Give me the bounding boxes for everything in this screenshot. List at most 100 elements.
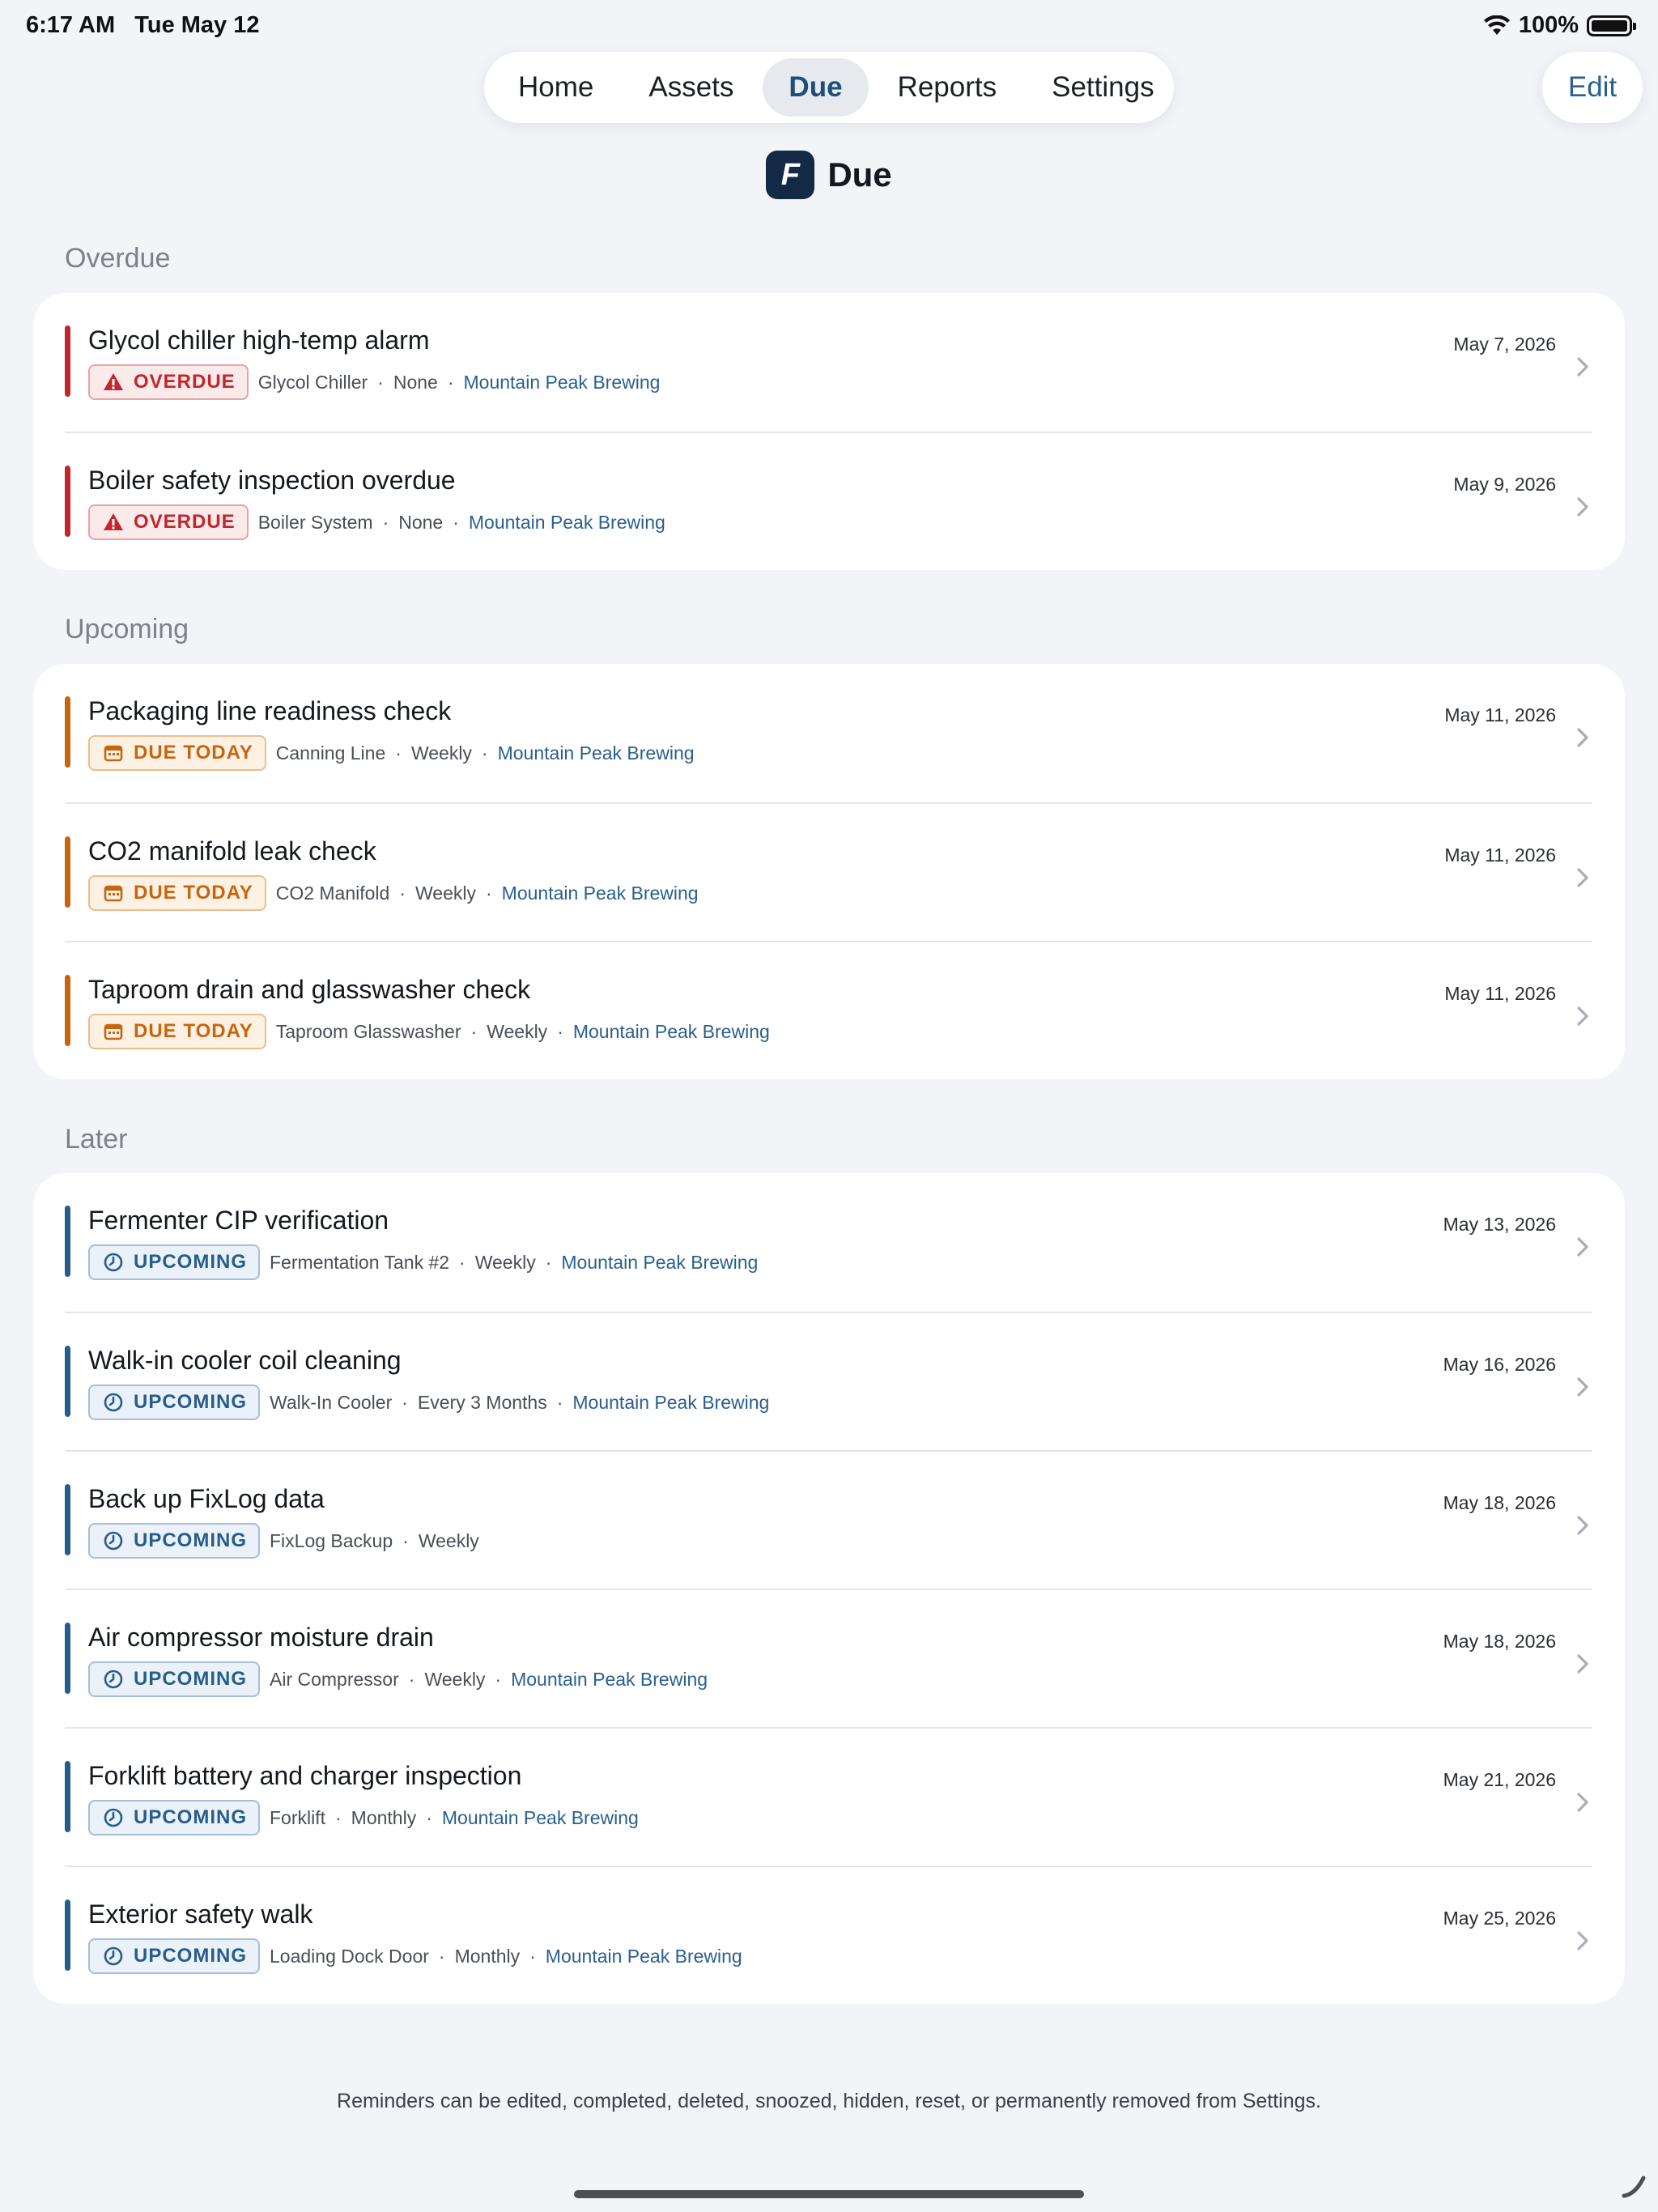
separator: · [377,371,384,393]
location-link[interactable]: Mountain Peak Brewing [561,1252,758,1274]
status-badge-label: OVERDUE [134,511,236,533]
status-badge: UPCOMING [88,1938,260,1974]
location-link[interactable]: Mountain Peak Brewing [511,1669,708,1691]
status-accent-bar [65,696,70,768]
status-bar: 6:17 AM Tue May 12 100% [0,0,1658,52]
location-link[interactable]: Mountain Peak Brewing [573,1021,770,1043]
location-link[interactable]: Mountain Peak Brewing [572,1392,769,1414]
tab-home[interactable]: Home [492,58,619,117]
asset-name: Glycol Chiller [257,371,368,393]
chevron-right-icon [1577,1516,1588,1535]
status-badge: OVERDUE [88,364,249,400]
calendar-icon [104,885,123,902]
separator: · [470,1020,478,1042]
asset-name: Walk-In Cooler [270,1391,393,1413]
tab-due[interactable]: Due [763,58,869,117]
location-link[interactable]: Mountain Peak Brewing [442,1807,639,1829]
status-badge-label: UPCOMING [134,1529,247,1551]
due-date: May 9, 2026 [1453,474,1556,495]
upcoming-card: Packaging line readiness check DUE TODAY… [33,664,1625,1079]
status-badge: OVERDUE [88,504,249,540]
location-link[interactable]: Mountain Peak Brewing [464,372,661,393]
asset-name: Air Compressor [270,1668,399,1690]
due-date: May 18, 2026 [1443,1631,1556,1652]
chevron-right-icon [1577,1006,1588,1026]
separator: · [459,1251,466,1273]
separator: · [453,511,459,533]
clock-icon [104,1670,123,1689]
separator: · [408,1668,415,1690]
tab-settings[interactable]: Settings [1026,58,1180,117]
edit-button[interactable]: Edit [1542,52,1643,123]
asset-name: Forklift [270,1806,325,1828]
separator: · [395,742,402,764]
chevron-right-icon [1577,1654,1588,1674]
page-header: F Due [0,149,1658,201]
frequency: Weekly [415,882,476,904]
status-accent-bar [65,1899,70,1971]
location-link[interactable]: Mountain Peak Brewing [546,1946,742,1967]
location-link[interactable]: Mountain Peak Brewing [469,512,665,534]
app-logo: F [766,151,815,199]
reminder-row[interactable]: Exterior safety walk UPCOMING Loading Do… [65,1865,1592,2004]
frequency: Monthly [454,1945,521,1967]
separator: · [426,1806,432,1828]
chevron-right-icon [1577,1793,1588,1812]
calendar-icon [104,745,123,762]
tab-assets[interactable]: Assets [623,58,759,117]
reminder-row[interactable]: Air compressor moisture drain UPCOMING A… [65,1589,1592,1727]
page-title: Due [827,155,892,194]
location-link[interactable]: Mountain Peak Brewing [502,883,699,904]
separator: · [556,1391,563,1413]
reminder-row[interactable]: Glycol chiller high-temp alarm OVERDUE G… [65,293,1592,432]
warning-icon [104,373,123,390]
asset-name: Canning Line [275,742,386,764]
wifi-icon [1483,15,1510,35]
status-badge-label: UPCOMING [134,1391,247,1413]
tab-bar: Home Assets Due Reports Settings [484,52,1174,123]
reminder-meta: UPCOMING Forklift · Monthly · Mountain P… [88,1800,639,1836]
frequency: Weekly [410,742,472,764]
chevron-right-icon [1577,497,1588,517]
status-badge: UPCOMING [88,1800,260,1836]
due-date: May 21, 2026 [1443,1769,1556,1790]
separator: · [529,1945,536,1967]
status-accent-bar [65,836,70,908]
reminder-title: Air compressor moisture drain [88,1623,434,1652]
reminder-row[interactable]: Packaging line readiness check DUE TODAY… [65,664,1592,802]
reminder-row[interactable]: Walk-in cooler coil cleaning UPCOMING Wa… [65,1312,1592,1450]
reminder-title: Back up FixLog data [88,1484,325,1513]
due-date: May 11, 2026 [1444,983,1556,1004]
status-badge-label: OVERDUE [134,371,236,393]
location-link[interactable]: Mountain Peak Brewing [498,742,695,764]
reminder-title: Fermenter CIP verification [88,1206,389,1235]
home-indicator [574,2190,1084,2198]
separator: · [495,1668,502,1690]
reminder-title: Forklift battery and charger inspection [88,1761,522,1790]
status-badge: UPCOMING [88,1661,260,1697]
reminder-row[interactable]: Back up FixLog data UPCOMING FixLog Back… [65,1450,1592,1589]
separator: · [447,371,454,393]
section-label-overdue: Overdue [65,243,171,274]
separator: · [545,1251,552,1273]
reminder-row[interactable]: Fermenter CIP verification UPCOMING Ferm… [65,1173,1592,1312]
separator: · [399,882,406,904]
reminder-meta: UPCOMING Fermentation Tank #2 · Weekly ·… [88,1244,758,1280]
reminder-row[interactable]: CO2 manifold leak check DUE TODAY CO2 Ma… [65,802,1592,941]
separator: · [335,1806,342,1828]
reminder-row[interactable]: Boiler safety inspection overdue OVERDUE… [65,432,1592,570]
reminder-title: Taproom drain and glasswasher check [88,975,531,1004]
reminder-row[interactable]: Taproom drain and glasswasher check DUE … [65,941,1592,1079]
separator: · [402,1391,408,1413]
frequency: Weekly [487,1020,548,1042]
due-date: May 13, 2026 [1443,1214,1556,1235]
reminder-title: Exterior safety walk [88,1899,313,1929]
section-label-later: Later [65,1124,128,1155]
asset-name: Loading Dock Door [270,1945,429,1967]
status-badge-label: DUE TODAY [134,742,253,764]
asset-name: Taproom Glasswasher [275,1020,461,1042]
status-badge: UPCOMING [88,1385,260,1420]
status-badge: DUE TODAY [88,735,266,771]
reminder-row[interactable]: Forklift battery and charger inspection … [65,1727,1592,1865]
tab-reports[interactable]: Reports [872,58,1023,117]
